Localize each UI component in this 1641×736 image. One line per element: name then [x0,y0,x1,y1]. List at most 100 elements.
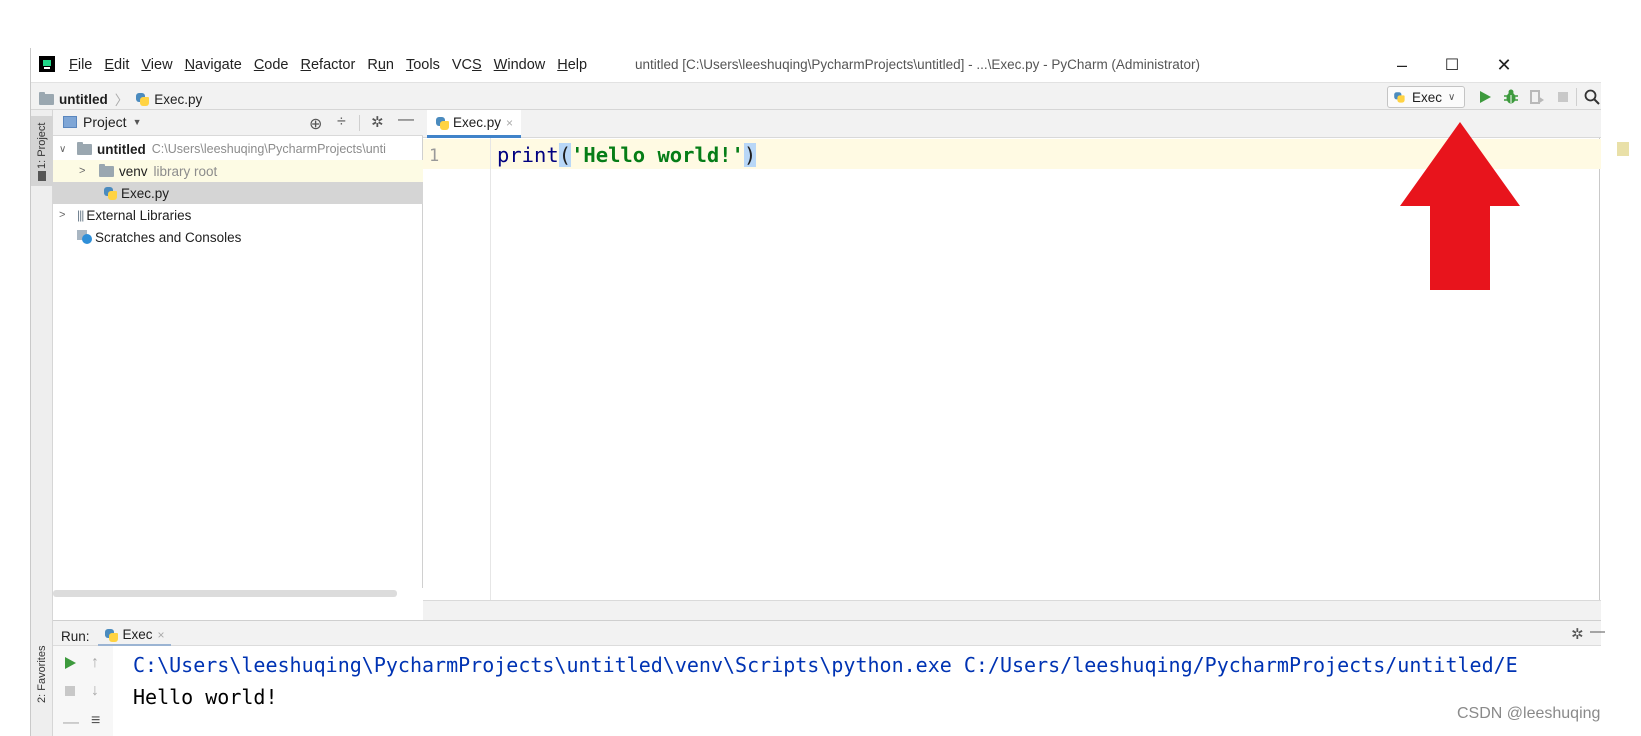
watermark: CSDN @leeshuqing [1457,705,1601,722]
pin-icon[interactable]: — [63,714,79,732]
code-close-paren: ) [743,143,757,167]
chevron-down-icon[interactable]: ▼ [133,117,142,127]
scratches-icon [77,230,93,244]
libraries-icon: ||| [77,208,84,222]
line-number: 1 [429,146,440,166]
run-with-coverage-button[interactable] [1527,87,1547,107]
folder-icon [77,141,92,155]
python-file-icon [103,186,117,200]
maximize-button[interactable]: ☐ [1429,52,1475,78]
hide-panel-icon[interactable]: — [1590,623,1605,640]
arrow-down-icon[interactable]: ↓ [91,682,99,700]
menu-item[interactable]: File [69,57,92,73]
run-configuration-label: Exec [1412,89,1443,105]
tree-row-external-libraries[interactable]: > ||| External Libraries [53,204,423,226]
chevron-right-icon[interactable]: > [79,165,91,177]
project-horizontal-scrollbar[interactable] [53,588,423,600]
line-number-gutter: 1 [423,138,491,600]
python-file-icon [104,628,118,642]
folder-icon [39,91,54,105]
run-panel-label: Run: [61,628,90,644]
breadcrumb-project[interactable]: untitled [59,92,108,107]
left-tool-stripe: 1: Project 2: Favorites [31,110,53,736]
stop-icon [65,686,75,696]
project-tool-tab[interactable]: 1: Project [31,116,53,186]
search-button[interactable] [1582,87,1602,107]
hide-panel-icon[interactable]: — [398,111,414,129]
menu-list: File Edit View Navigate Code Refactor Run Tools… [69,48,587,82]
tree-item-name: Scratches and Consoles [95,229,242,245]
tree-item-hint: library root [153,163,218,179]
folder-icon [99,163,114,177]
pycharm-logo-icon [39,56,55,72]
close-tab-icon[interactable]: × [158,628,165,642]
breadcrumb-file[interactable]: Exec.py [154,92,202,107]
stop-icon [1558,92,1568,102]
breadcrumb-separator-icon: 〉 [114,93,129,108]
toolbar-divider [1576,88,1577,106]
menu-item[interactable]: Tools [406,57,440,73]
menu-item[interactable]: Window [494,57,546,73]
soft-wrap-icon[interactable]: ≡ [91,712,100,730]
run-configuration-select[interactable]: Exec ∨ [1387,86,1465,108]
run-button[interactable] [1475,87,1495,107]
gear-icon[interactable]: ✲ [1571,625,1584,643]
tree-row-untitled[interactable]: ∨ untitled C:\Users\leeshuqing\PycharmPr… [53,138,423,160]
folder-icon [38,170,46,181]
run-console[interactable]: C:\Users\leeshuqing\PycharmProjects\unti… [113,646,1601,736]
tree-row-scratches[interactable]: Scratches and Consoles [53,226,423,248]
menu-item[interactable]: Edit [104,57,129,73]
arrow-up-icon[interactable]: ↑ [91,654,99,672]
run-tab-exec[interactable]: Exec × [97,625,171,647]
gear-icon[interactable]: ✲ [371,113,384,131]
close-tab-icon[interactable]: × [506,116,513,130]
project-panel-header: Project ▼ ⊕ ÷ ✲ — [53,110,423,136]
inspection-marker[interactable] [1617,142,1629,156]
scroll-thumb[interactable] [53,590,397,597]
tree-item-name: untitled [97,141,146,157]
menu-item[interactable]: View [141,57,172,73]
header-divider [359,115,360,131]
menu-item[interactable]: Help [557,57,587,73]
debug-button[interactable] [1501,87,1521,107]
locate-file-icon[interactable]: ⊕ [309,114,322,134]
tree-row-exec-py[interactable]: Exec.py [53,182,423,204]
stop-button[interactable] [1553,87,1573,107]
tree-item-name: venv [119,163,148,179]
editor-tab-exec-py[interactable]: Exec.py × [427,110,522,138]
python-file-icon [435,116,449,130]
project-panel: Project ▼ ⊕ ÷ ✲ — ∨ untitled C:\Users\le… [53,110,423,600]
stop-run-button[interactable] [63,684,77,701]
menu-item[interactable]: Run [367,57,394,73]
close-button[interactable]: ✕ [1481,52,1527,78]
menu-item[interactable]: Code [254,57,289,73]
chevron-down-icon[interactable]: ∨ [59,144,71,155]
console-command-line: C:\Users\leeshuqing\PycharmProjects\unti… [133,653,1518,677]
run-icon [65,657,76,669]
menu-item[interactable]: VCS [452,57,482,73]
menu-bar: File Edit View Navigate Code Refactor Run Tools… [31,48,1601,82]
minimize-button[interactable]: – [1379,52,1425,78]
menu-item[interactable]: Refactor [301,57,356,73]
chevron-right-icon[interactable]: > [59,209,71,221]
code-open-paren: ( [558,143,572,167]
menu-item[interactable]: Navigate [185,57,242,73]
collapse-all-icon[interactable]: ÷ [337,113,346,131]
coverage-icon [1530,90,1544,104]
run-tab-label: Exec [122,627,153,642]
screenshot: File Edit View Navigate Code Refactor Run Tools… [0,0,1641,736]
code-string: 'Hello world!' [571,143,744,167]
editor-horizontal-scrollbar[interactable] [423,600,1601,620]
project-panel-title[interactable]: Project [83,114,127,130]
tree-item-name: External Libraries [86,207,192,223]
favorites-tool-tab[interactable]: 2: Favorites [31,638,53,710]
rerun-button[interactable] [63,656,77,673]
debug-bug-icon [1504,89,1518,104]
python-file-icon [135,92,150,106]
tree-row-venv[interactable]: > venv library root [53,160,423,182]
annotation-arrow-icon [1400,122,1520,290]
chevron-down-icon: ∨ [1448,91,1456,103]
tree-item-name: Exec.py [121,185,170,201]
editor-tab-label: Exec.py [453,115,502,130]
window-title: untitled [C:\Users\leeshuqing\PycharmPro… [635,57,1200,72]
